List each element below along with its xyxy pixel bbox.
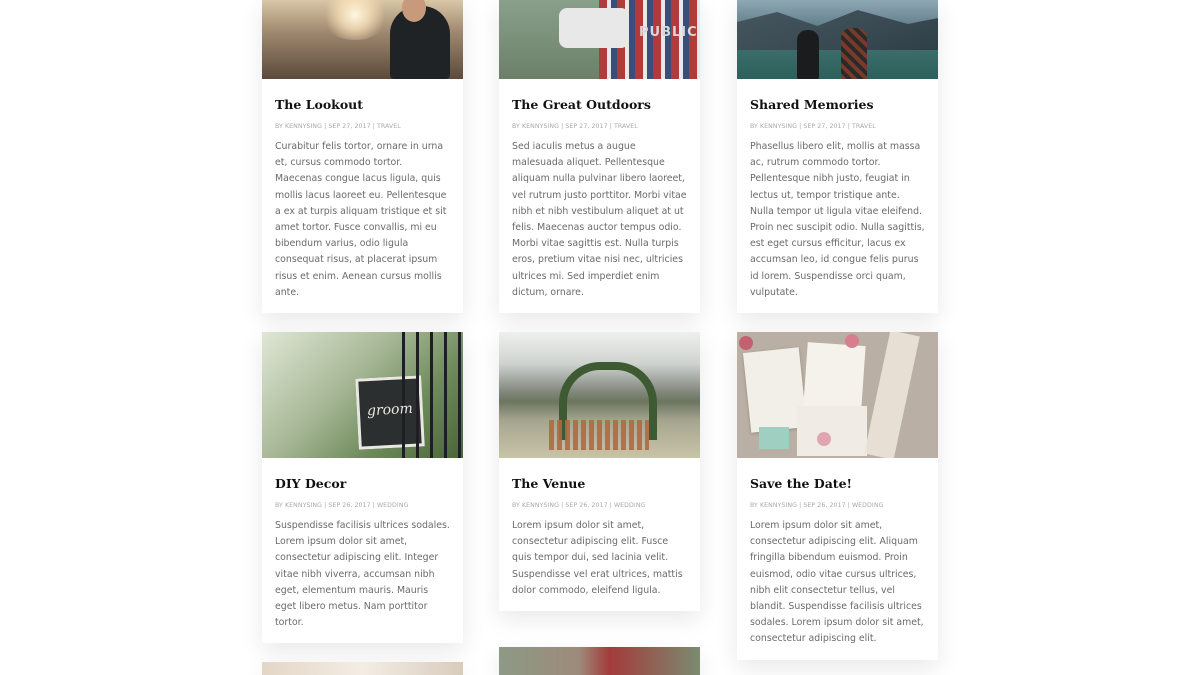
post-excerpt: Phasellus libero elit, mollis at massa a…: [750, 141, 925, 298]
post-featured-image[interactable]: [499, 647, 700, 675]
post-meta: BY KENNYSING | SEP 27, 2017 | TRAVEL: [750, 123, 876, 130]
post-featured-image[interactable]: [262, 0, 463, 79]
post-excerpt: Curabitur felis tortor, ornare in urna e…: [275, 141, 447, 298]
image-shirt-text: PUBLIC: [639, 25, 698, 40]
post-excerpt: Lorem ipsum dolor sit amet, consectetur …: [512, 520, 683, 596]
post-card[interactable]: Save the Date! BY KENNYSING | SEP 26, 20…: [737, 332, 938, 660]
post-title[interactable]: The Lookout: [275, 97, 450, 113]
post-title[interactable]: The Great Outdoors: [512, 97, 687, 113]
post-card[interactable]: PUBLIC The Great Outdoors BY KENNYSING |…: [499, 0, 700, 314]
post-card[interactable]: [499, 647, 700, 675]
post-title[interactable]: DIY Decor: [275, 476, 450, 492]
post-card[interactable]: groom DIY Decor BY KENNYSING | SEP 26, 2…: [262, 332, 463, 644]
post-title[interactable]: The Venue: [512, 476, 687, 492]
post-excerpt: Suspendisse facilisis ultrices sodales. …: [275, 520, 450, 629]
post-card[interactable]: Shared Memories BY KENNYSING | SEP 27, 2…: [737, 0, 938, 314]
post-meta: BY KENNYSING | SEP 27, 2017 | TRAVEL: [512, 123, 638, 130]
post-featured-image[interactable]: [737, 0, 938, 79]
post-meta: BY KENNYSING | SEP 27, 2017 | TRAVEL: [275, 123, 401, 130]
post-featured-image[interactable]: [262, 662, 463, 675]
post-featured-image[interactable]: PUBLIC: [499, 0, 700, 79]
post-card[interactable]: The Venue BY KENNYSING | SEP 26, 2017 | …: [499, 332, 700, 612]
post-excerpt: Sed iaculis metus a augue malesuada aliq…: [512, 141, 687, 298]
post-meta: BY KENNYSING | SEP 26, 2017 | WEDDING: [750, 502, 884, 509]
post-meta: BY KENNYSING | SEP 26, 2017 | WEDDING: [275, 502, 409, 509]
post-title[interactable]: Shared Memories: [750, 97, 925, 113]
post-featured-image[interactable]: groom: [262, 332, 463, 458]
post-featured-image[interactable]: [499, 332, 700, 458]
post-card[interactable]: [262, 662, 463, 675]
post-excerpt: Lorem ipsum dolor sit amet, consectetur …: [750, 520, 924, 645]
post-featured-image[interactable]: [737, 332, 938, 458]
image-chalkboard-text: groom: [366, 400, 414, 420]
post-meta: BY KENNYSING | SEP 26, 2017 | WEDDING: [512, 502, 646, 509]
post-title[interactable]: Save the Date!: [750, 476, 925, 492]
post-card[interactable]: The Lookout BY KENNYSING | SEP 27, 2017 …: [262, 0, 463, 314]
